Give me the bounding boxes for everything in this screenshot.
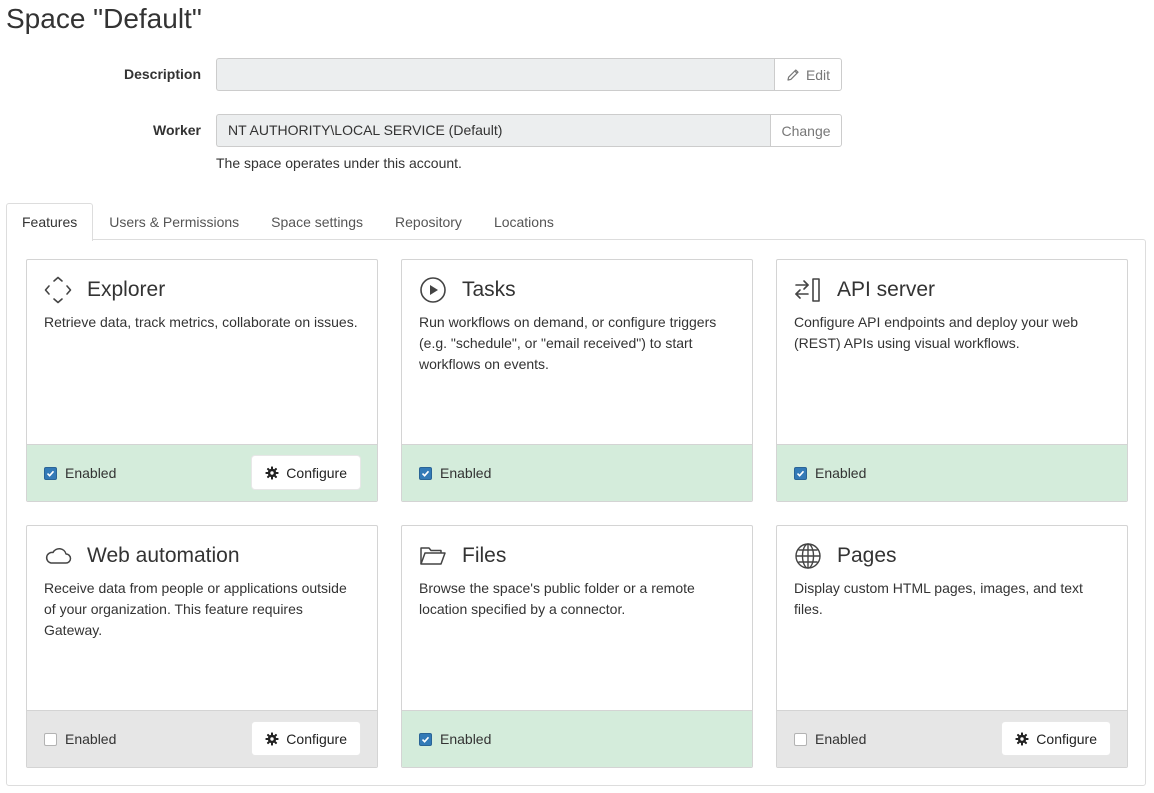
tab-features[interactable]: Features: [6, 203, 94, 241]
configure-label: Configure: [1036, 730, 1097, 747]
gear-icon: [265, 466, 279, 480]
feature-title: API server: [837, 278, 936, 301]
feature-footer: Enabled: [402, 444, 752, 501]
api-server-enabled-checkbox[interactable]: Enabled: [794, 465, 866, 481]
tab-users-permissions[interactable]: Users & Permissions: [93, 203, 255, 240]
description-label: Description: [123, 66, 201, 82]
feature-footer: Enabled Configure: [27, 710, 377, 767]
checkbox-unchecked-icon: [44, 732, 57, 746]
cloud-icon: [44, 542, 72, 570]
enabled-label: Enabled: [440, 731, 492, 747]
feature-card-api-server: API server Configure API endpoints and d…: [776, 259, 1128, 502]
tab-repository[interactable]: Repository: [379, 203, 478, 240]
web-automation-configure-button[interactable]: Configure: [252, 722, 360, 755]
play-circle-icon: [419, 276, 447, 304]
tab-locations[interactable]: Locations: [478, 203, 570, 240]
worker-input[interactable]: NT AUTHORITY\LOCAL SERVICE (Default): [216, 114, 770, 147]
pages-configure-button[interactable]: Configure: [1002, 722, 1110, 755]
feature-title: Tasks: [462, 278, 516, 301]
feature-footer: Enabled Configure: [27, 444, 377, 501]
feature-description: Configure API endpoints and deploy your …: [794, 314, 1079, 351]
tab-space-settings[interactable]: Space settings: [255, 203, 379, 240]
files-enabled-checkbox[interactable]: Enabled: [419, 731, 491, 747]
configure-label: Configure: [286, 730, 347, 747]
folder-open-icon: [419, 542, 447, 570]
feature-title: Pages: [837, 544, 897, 567]
pencil-icon: [786, 68, 800, 82]
feature-description: Browse the space's public folder or a re…: [419, 580, 695, 617]
explorer-configure-button[interactable]: Configure: [252, 456, 360, 489]
web-automation-enabled-checkbox[interactable]: Enabled: [44, 731, 116, 747]
configure-label: Configure: [286, 464, 347, 481]
pages-enabled-checkbox[interactable]: Enabled: [794, 731, 866, 747]
feature-card-explorer: Explorer Retrieve data, track metrics, c…: [26, 259, 378, 502]
checkbox-checked-icon: [794, 466, 807, 480]
edit-button-label: Edit: [805, 66, 831, 83]
checkbox-unchecked-icon: [794, 732, 807, 746]
feature-footer: Enabled: [777, 444, 1127, 501]
features-panel: Explorer Retrieve data, track metrics, c…: [6, 239, 1146, 786]
enabled-label: Enabled: [815, 731, 867, 747]
feature-description: Run workflows on demand, or configure tr…: [419, 314, 717, 372]
feature-title: Files: [462, 544, 507, 567]
feature-description: Retrieve data, track metrics, collaborat…: [44, 314, 358, 330]
enabled-label: Enabled: [65, 731, 117, 747]
worker-input-group: NT AUTHORITY\LOCAL SERVICE (Default) Cha…: [216, 114, 842, 147]
feature-footer: Enabled Configure: [777, 710, 1127, 767]
tasks-enabled-checkbox[interactable]: Enabled: [419, 465, 491, 481]
checkbox-checked-icon: [419, 732, 432, 746]
enabled-label: Enabled: [440, 465, 492, 481]
enabled-label: Enabled: [65, 465, 117, 481]
enabled-label: Enabled: [815, 465, 867, 481]
globe-icon: [794, 542, 822, 570]
explorer-diamond-icon: [44, 276, 72, 304]
api-exchange-icon: [794, 276, 822, 304]
feature-card-files: Files Browse the space's public folder o…: [401, 525, 753, 768]
description-input[interactable]: [216, 58, 774, 91]
feature-card-pages: Pages Display custom HTML pages, images,…: [776, 525, 1128, 768]
feature-card-tasks: Tasks Run workflows on demand, or config…: [401, 259, 753, 502]
feature-card-web-automation: Web automation Receive data from people …: [26, 525, 378, 768]
feature-description: Receive data from people or applications…: [44, 580, 347, 638]
description-row: Description Edit: [0, 58, 1154, 91]
feature-description: Display custom HTML pages, images, and t…: [794, 580, 1083, 617]
gear-icon: [1015, 732, 1029, 746]
feature-footer: Enabled: [402, 710, 752, 767]
feature-title: Web automation: [87, 544, 240, 567]
edit-description-button[interactable]: Edit: [774, 58, 842, 91]
worker-help-text: The space operates under this account.: [216, 155, 462, 171]
change-worker-button[interactable]: Change: [770, 114, 842, 147]
explorer-enabled-checkbox[interactable]: Enabled: [44, 465, 116, 481]
tab-bar: Features Users & Permissions Space setti…: [6, 203, 570, 241]
page-title: Space "Default": [6, 3, 202, 34]
gear-icon: [265, 732, 279, 746]
worker-row: Worker NT AUTHORITY\LOCAL SERVICE (Defau…: [0, 114, 1154, 147]
description-input-group: Edit: [216, 58, 842, 91]
worker-label: Worker: [153, 122, 201, 138]
checkbox-checked-icon: [419, 466, 432, 480]
feature-title: Explorer: [87, 278, 166, 301]
checkbox-checked-icon: [44, 466, 57, 480]
